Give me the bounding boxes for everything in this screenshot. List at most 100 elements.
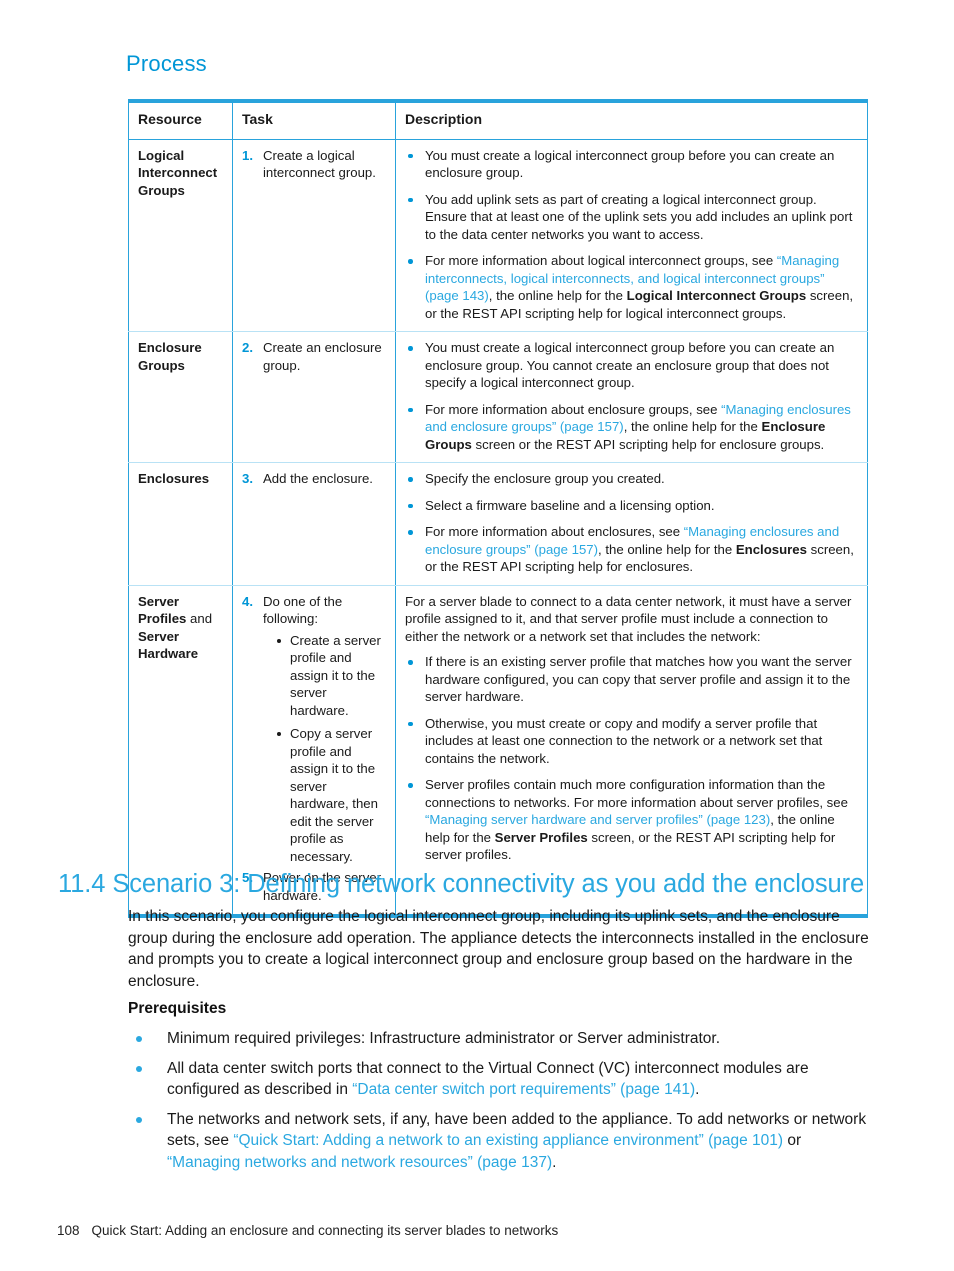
cell-task: 1. Create a logical interconnect group.	[232, 139, 396, 332]
task-step: 3. Add the enclosure.	[242, 470, 386, 488]
body-text: , the online help for the	[623, 419, 762, 434]
cell-resource: Logical Interconnect Groups	[128, 139, 233, 332]
step-text: Create a logical interconnect group.	[263, 147, 376, 181]
body-text: You add uplink sets as part of creating …	[425, 191, 853, 242]
description-bullet: Otherwise, you must create or copy and m…	[405, 715, 858, 768]
body-text: Otherwise, you must create or copy and m…	[425, 715, 823, 766]
cell-resource: Enclosures	[128, 462, 233, 586]
cell-description: You must create a logical interconnect g…	[395, 139, 868, 332]
description-bullet-list: You must create a logical interconnect g…	[405, 339, 858, 453]
cross-reference-link[interactable]: “Managing server hardware and server pro…	[425, 812, 770, 827]
body-text: or	[783, 1132, 802, 1149]
column-header-task: Task	[232, 101, 396, 140]
table-body: Logical Interconnect Groups 1. Create a lo…	[128, 139, 868, 916]
task-step-list: 1. Create a logical interconnect group.	[242, 147, 386, 182]
prerequisites-heading: Prerequisites	[128, 1000, 227, 1017]
resource-name: Enclosure Groups	[138, 340, 202, 373]
cell-description: For a server blade to connect to a data …	[396, 585, 868, 916]
body-text: , the online help for the	[488, 288, 627, 303]
body-text: For more information about enclosure gro…	[425, 401, 722, 417]
step-number: 1.	[242, 147, 253, 163]
body-text: For more information about logical inter…	[425, 253, 777, 268]
step-sub-bullet-list: Create a server profile and assign it to…	[263, 632, 386, 866]
description-bullet-list: You must create a logical interconnect g…	[405, 147, 858, 323]
page-title: Process	[126, 51, 207, 76]
description-bullet: Server profiles contain much more config…	[405, 776, 858, 864]
body-text: You must create a logical interconnect g…	[425, 147, 835, 181]
column-header-description: Description	[395, 101, 868, 140]
step-text: Add the enclosure.	[263, 471, 373, 486]
column-header-resource: Resource	[128, 101, 233, 140]
task-step-list: 4. Do one of the following: Create a serve…	[242, 593, 386, 905]
cell-task: 3. Add the enclosure.	[232, 462, 396, 586]
cross-reference-link[interactable]: “Quick Start: Adding a network to an exi…	[233, 1132, 783, 1149]
body-text: .	[552, 1153, 557, 1171]
prerequisite-item: Minimum required privileges: Infrastruct…	[128, 1028, 870, 1050]
task-step: 1. Create a logical interconnect group.	[242, 147, 386, 182]
description-lead-paragraph: For a server blade to connect to a data …	[405, 593, 852, 644]
section-heading: 11.4 Scenario 3: Defining network connec…	[58, 870, 865, 898]
cell-description: You must create a logical interconnect g…	[395, 331, 868, 463]
emphasis-text: Server Profiles	[494, 829, 588, 845]
document-page: Process Resource Task Description Logica…	[0, 0, 954, 1271]
page-footer: 108 Quick Start: Adding an enclosure and …	[57, 1222, 558, 1240]
table-row: Server Profiles and Server Hardware 4. Do …	[128, 585, 868, 916]
emphasis-text: Logical Interconnect Groups	[626, 288, 807, 303]
cross-reference-link[interactable]: “Managing networks and network resources…	[167, 1154, 552, 1171]
cell-resource: Server Profiles and Server Hardware	[128, 585, 233, 916]
body-text: For more information about enclosures, s…	[425, 524, 684, 539]
description-bullet: For more information about logical inter…	[405, 252, 858, 322]
description-bullet: You must create a logical interconnect g…	[405, 339, 858, 392]
prerequisite-item: The networks and network sets, if any, h…	[128, 1109, 870, 1174]
description-bullet: Specify the enclosure group you created.	[405, 470, 858, 488]
body-text: .	[695, 1081, 700, 1098]
step-number: 4.	[242, 593, 253, 609]
description-bullet-list: If there is an existing server profile t…	[405, 653, 858, 864]
body-text: Select a firmware baseline and a licensi…	[425, 497, 715, 513]
step-sub-bullet: Create a server profile and assign it to…	[277, 632, 386, 720]
task-step: 2. Create an enclosure group.	[242, 339, 386, 374]
table-header-row: Resource Task Description	[128, 101, 868, 140]
description-bullet: For more information about enclosures, s…	[405, 523, 858, 576]
table-row: Enclosures 3. Add the enclosure. Specify th…	[128, 462, 868, 586]
emphasis-text: Server Hardware	[138, 628, 199, 662]
process-table: Resource Task Description Logical Interc…	[128, 99, 868, 918]
table-row: Logical Interconnect Groups 1. Create a lo…	[128, 139, 868, 332]
cell-description: Specify the enclosure group you created.…	[395, 462, 868, 586]
section-intro-paragraph: In this scenario, you configure the logi…	[128, 908, 869, 990]
step-number: 3.	[242, 471, 253, 486]
body-text: You must create a logical interconnect g…	[425, 340, 835, 390]
table-row: Enclosure Groups 2. Create an enclosure gr…	[128, 331, 868, 463]
emphasis-text: Server Profiles	[138, 593, 187, 627]
step-number: 2.	[242, 340, 253, 355]
cell-resource: Enclosure Groups	[128, 331, 233, 463]
body-text: screen or the REST API scripting help fo…	[471, 436, 825, 452]
step-sub-bullet: Copy a server profile and assign it to t…	[277, 725, 386, 865]
step-text: Create an enclosure group.	[263, 340, 382, 373]
resource-name: Server Profiles and Server Hardware	[138, 593, 223, 663]
emphasis-text: Enclosures	[735, 541, 807, 557]
body-text: Server profiles contain much more config…	[425, 777, 848, 810]
table-header: Resource Task Description	[128, 101, 868, 140]
cell-task: 4. Do one of the following: Create a serve…	[232, 585, 396, 916]
description-bullet: You add uplink sets as part of creating …	[405, 191, 858, 244]
body-text: and	[186, 611, 213, 626]
prerequisite-item: All data center switch ports that connec…	[128, 1058, 870, 1101]
description-bullet: Select a firmware baseline and a licensi…	[405, 497, 858, 515]
body-text: Minimum required privileges: Infrastruct…	[167, 1030, 721, 1047]
task-step-list: 2. Create an enclosure group.	[242, 339, 386, 374]
description-bullet: For more information about enclosure gro…	[405, 401, 858, 454]
body-text: Specify the enclosure group you created.	[425, 471, 665, 486]
cross-reference-link[interactable]: “Data center switch port requirements” (…	[352, 1081, 695, 1098]
step-text: Do one of the following:	[263, 593, 343, 627]
resource-name: Logical Interconnect Groups	[138, 147, 218, 198]
task-step: 4. Do one of the following: Create a serve…	[242, 593, 386, 866]
description-bullet: If there is an existing server profile t…	[405, 653, 858, 706]
body-text: , the online help for the	[598, 541, 736, 557]
body-text: If there is an existing server profile t…	[425, 654, 852, 704]
task-step-list: 3. Add the enclosure.	[242, 470, 386, 488]
cell-task: 2. Create an enclosure group.	[232, 331, 396, 463]
description-bullet-list: Specify the enclosure group you created.…	[405, 470, 858, 576]
description-bullet: You must create a logical interconnect g…	[405, 147, 858, 182]
footer-page-number: 108	[57, 1223, 80, 1238]
